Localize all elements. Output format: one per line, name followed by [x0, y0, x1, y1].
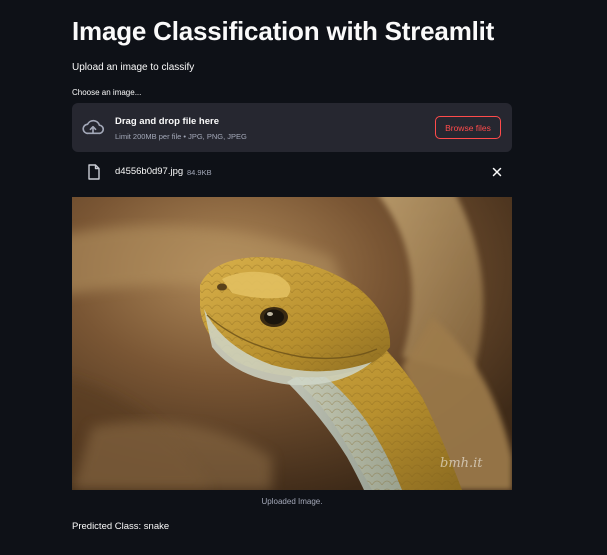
cloud-upload-icon: [82, 119, 104, 135]
file-dropzone[interactable]: Drag and drop file here Limit 200MB per …: [72, 103, 512, 152]
uploaded-file-name: d4556b0d97.jpg: [115, 166, 184, 177]
uploaded-file-item: d4556b0d97.jpg 84.9KB: [72, 160, 512, 184]
image-caption: Uploaded Image.: [261, 497, 323, 506]
snake-photo: bmh.it: [72, 197, 512, 490]
page-subtitle: Upload an image to classify: [72, 62, 195, 73]
dropzone-instruction: Drag and drop file here: [115, 116, 219, 127]
uploaded-image: bmh.it: [72, 197, 512, 490]
uploaded-file-size: 84.9KB: [187, 168, 212, 177]
prediction-result: Predicted Class: snake: [72, 521, 170, 532]
close-icon[interactable]: [490, 165, 504, 179]
photo-watermark: bmh.it: [440, 456, 483, 471]
file-uploader-label: Choose an image...: [72, 88, 142, 97]
file-icon: [88, 164, 100, 180]
browse-files-button[interactable]: Browse files: [435, 116, 501, 139]
dropzone-limit-text: Limit 200MB per file • JPG, PNG, JPEG: [115, 132, 247, 141]
page-title: Image Classification with Streamlit: [72, 16, 495, 46]
